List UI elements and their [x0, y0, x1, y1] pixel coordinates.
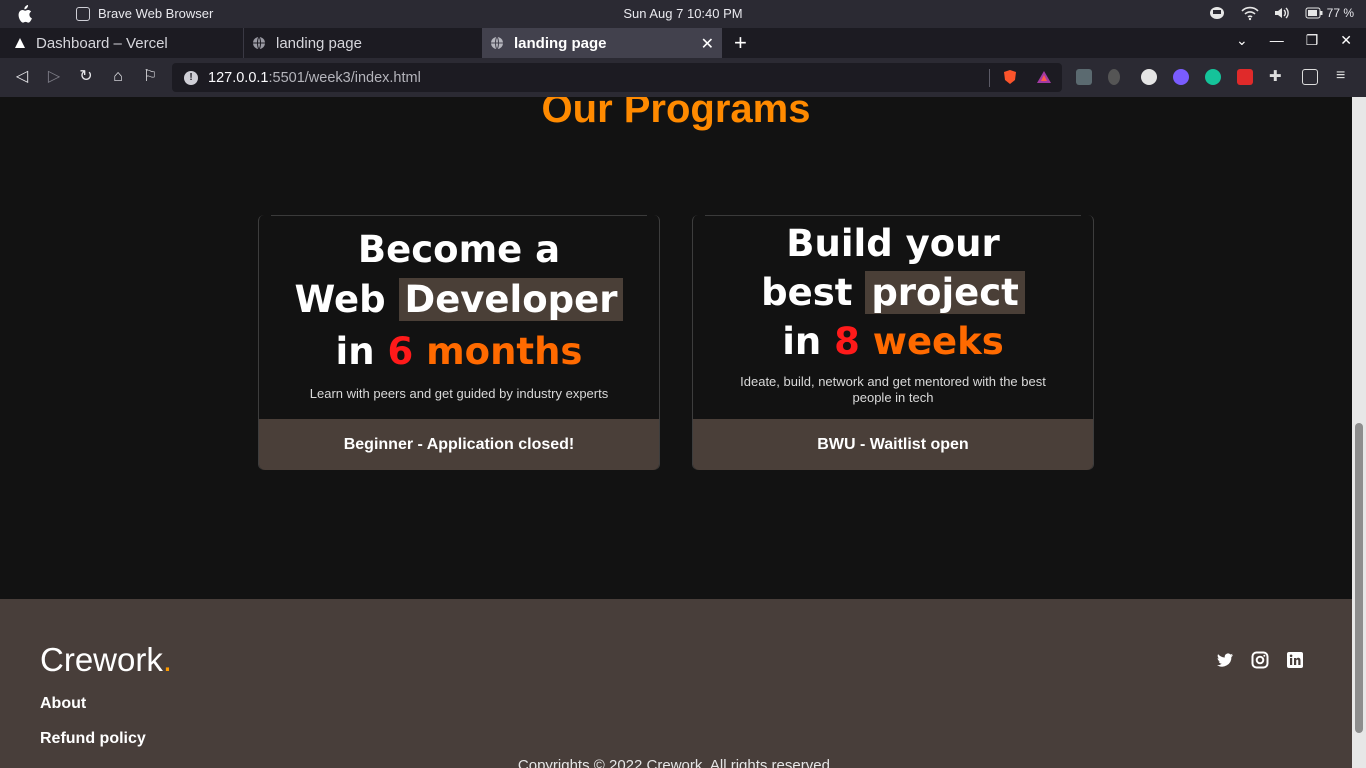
scrollbar-thumb[interactable]	[1355, 423, 1363, 733]
battery-indicator[interactable]: 77 %	[1305, 6, 1354, 20]
tab-landing-page-active[interactable]: landing page ✕	[482, 28, 722, 58]
instagram-icon[interactable]	[1251, 651, 1269, 669]
footer-link-about[interactable]: About	[40, 695, 86, 713]
card-status-button[interactable]: Beginner - Application closed!	[259, 419, 659, 470]
close-window-icon[interactable]: ✕	[1340, 32, 1352, 49]
card-line-1: Build your	[786, 222, 1000, 265]
card-line-2: Web Developer	[259, 275, 659, 325]
page-viewport: Our Programs Become a Web Developer in 6…	[0, 97, 1352, 768]
menu-icon[interactable]: ≡	[1336, 68, 1352, 85]
battery-percent: 77 %	[1326, 6, 1354, 20]
card-subtitle: Learn with peers and get guided by indus…	[309, 386, 609, 401]
page-scrollbar[interactable]	[1352, 97, 1366, 768]
tab-landing-page[interactable]: landing page	[244, 28, 482, 58]
card-word: in	[782, 320, 822, 363]
section-heading: Our Programs	[541, 97, 811, 131]
card-line-3: in 8 weeks	[693, 317, 1093, 367]
maximize-icon[interactable]: ❐	[1306, 32, 1319, 49]
card-number: 6	[387, 330, 414, 373]
brand-name: Crework	[40, 641, 163, 678]
card-line-1: Become a	[357, 228, 561, 271]
system-tray: 77 %	[1209, 5, 1354, 21]
card-line-2: best project	[693, 268, 1093, 318]
url-path: :5501/week3/index.html	[268, 69, 421, 86]
wifi-icon[interactable]	[1241, 5, 1259, 21]
footer-link-refund-policy[interactable]: Refund policy	[40, 730, 146, 748]
home-icon[interactable]: ⌂	[107, 66, 129, 88]
battery-icon	[1305, 7, 1323, 19]
site-footer: Crework. About Refund policy Copyrights …	[0, 599, 1352, 768]
brave-shields-icon[interactable]	[1002, 69, 1018, 85]
brand-dot: .	[162, 641, 173, 678]
extension-dots-icon[interactable]	[1076, 69, 1092, 85]
minimize-icon[interactable]: —	[1270, 32, 1284, 49]
vercel-triangle-icon	[15, 38, 25, 48]
address-bar[interactable]: ! 127.0.0.1:5501/week3/index.html	[172, 63, 1062, 92]
url-host: 127.0.0.1	[208, 69, 269, 86]
site-info-icon[interactable]: !	[184, 70, 198, 85]
url-separator	[989, 69, 990, 87]
card-highlight: Developer	[398, 278, 624, 321]
globe-icon	[253, 36, 265, 50]
twitter-icon[interactable]	[1216, 651, 1234, 669]
copyright-text: Copyrights © 2022 Crework. All rights re…	[517, 757, 835, 768]
tab-label: landing page	[514, 34, 607, 52]
extension-check-icon[interactable]	[1173, 69, 1189, 85]
os-menu-bar: Brave Web Browser Sun Aug 7 10:40 PM 77 …	[0, 0, 1366, 28]
card-line-3: in 6 months	[259, 327, 659, 377]
new-tab-button[interactable]: +	[734, 30, 747, 56]
tab-label: Dashboard – Vercel	[36, 34, 168, 52]
coffee-icon[interactable]	[1209, 5, 1227, 21]
close-tab-icon[interactable]: ✕	[701, 34, 714, 54]
window-controls: ⌄ — ❐ ✕	[1236, 32, 1352, 49]
brave-rewards-icon[interactable]	[1036, 69, 1052, 85]
reload-icon[interactable]: ↻	[75, 66, 97, 88]
tab-strip: Dashboard – Vercel landing page landing …	[0, 28, 1366, 58]
card-duration: months	[426, 330, 583, 373]
card-subtitle: Ideate, build, network and get mentored …	[740, 374, 1046, 405]
program-card-web-developer: Become a Web Developer in 6 months Learn…	[258, 215, 660, 470]
tab-label: landing page	[276, 34, 362, 52]
linkedin-icon[interactable]	[1286, 651, 1304, 669]
card-status-button[interactable]: BWU - Waitlist open	[693, 419, 1093, 470]
program-card-build-project: Build your best project in 8 weeks Ideat…	[692, 215, 1094, 470]
card-number: 8	[834, 320, 860, 363]
forward-icon[interactable]: ▷	[43, 66, 65, 88]
bookmark-icon[interactable]: ⚐	[139, 66, 161, 88]
extension-tp-icon[interactable]	[1237, 69, 1253, 85]
grammarly-icon[interactable]	[1205, 69, 1221, 85]
card-word: Web	[294, 278, 386, 321]
extension-blocked-icon[interactable]	[1141, 69, 1157, 85]
back-icon[interactable]: ◁	[11, 66, 33, 88]
wallet-icon[interactable]	[1302, 69, 1318, 85]
card-highlight: project	[865, 271, 1025, 314]
extensions-puzzle-icon[interactable]: ✚	[1269, 69, 1285, 85]
footer-logo[interactable]: Crework.	[40, 641, 172, 679]
tab-dashboard-vercel[interactable]: Dashboard – Vercel	[0, 28, 244, 58]
globe-icon	[491, 36, 503, 50]
navigation-toolbar: ◁ ▷ ↻ ⌂ ⚐ ! 127.0.0.1:5501/week3/index.h…	[0, 58, 1366, 97]
card-duration: weeks	[872, 320, 1004, 363]
clock[interactable]: Sun Aug 7 10:40 PM	[0, 6, 1366, 21]
volume-icon[interactable]	[1273, 5, 1291, 21]
extension-mouse-icon[interactable]	[1108, 69, 1120, 85]
chevron-down-icon[interactable]: ⌄	[1236, 32, 1248, 49]
card-word: in	[335, 330, 375, 373]
card-word: best	[761, 271, 853, 314]
